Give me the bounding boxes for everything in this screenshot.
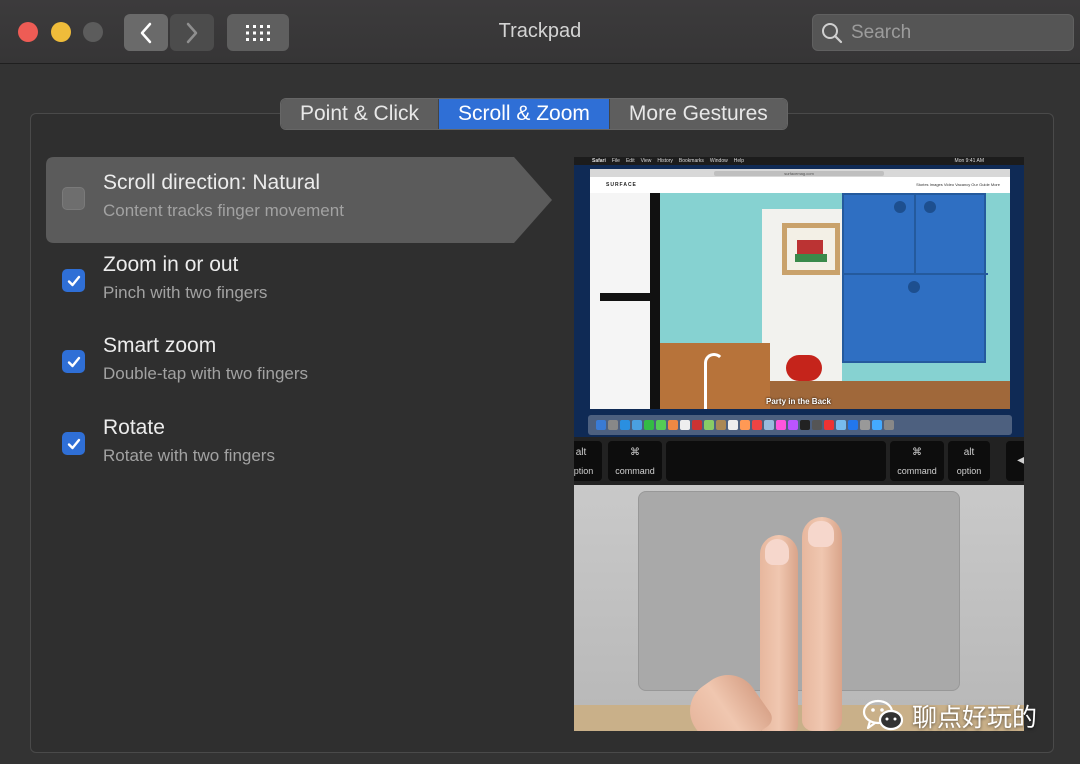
preview-keyboard: alt option ⌘ command ⌘ command alt optio… [574, 437, 1024, 485]
checkmark-icon [67, 438, 80, 449]
rotate-checkbox[interactable] [62, 432, 85, 455]
preview-trackpad [638, 491, 960, 691]
option-subtitle: Pinch with two fingers [103, 283, 268, 302]
option-title: Scroll direction: Natural [103, 171, 321, 194]
key-label: command [897, 466, 937, 476]
smart-zoom-checkbox[interactable] [62, 350, 85, 373]
browser-toolbar: surfacemag.com [590, 169, 1010, 177]
spacebar [666, 441, 886, 481]
option-title: Zoom in or out [103, 253, 239, 276]
title-bar: Trackpad [0, 0, 1080, 64]
key-label: alt [575, 447, 587, 458]
menubar-item: View [640, 158, 652, 164]
finger-right [802, 517, 842, 731]
option-subtitle: Content tracks finger movement [103, 201, 344, 220]
close-button[interactable] [18, 22, 38, 42]
zoom-button[interactable] [83, 22, 103, 42]
scroll-direction-checkbox[interactable] [62, 187, 85, 210]
browser-url: surfacemag.com [784, 171, 814, 176]
hero-caption: Party in the Back [766, 397, 831, 406]
watermark-text: 聊点好玩的 [912, 703, 1038, 732]
key-label: command [615, 466, 655, 476]
search-field[interactable] [812, 14, 1074, 51]
preview-browser: surfacemag.com SURFACE Stories Images Vi… [590, 169, 1010, 409]
checkmark-icon [67, 275, 80, 286]
site-hero-image: Party in the Back [590, 193, 1010, 409]
preview-dock [588, 415, 1012, 435]
option-title: Smart zoom [103, 334, 217, 357]
show-all-button[interactable] [227, 14, 289, 51]
minimize-button[interactable] [51, 22, 71, 42]
finger-left [760, 535, 798, 731]
chevron-left-icon [140, 22, 152, 43]
key-label: alt [963, 447, 975, 458]
wechat-icon [862, 699, 904, 731]
key-label: option [956, 466, 982, 476]
grid-icon [246, 24, 270, 41]
browser-url-bar: surfacemag.com [714, 171, 884, 176]
checkmark-icon [67, 356, 80, 367]
key-label: ⌘ [912, 447, 922, 458]
chevron-right-icon [186, 22, 198, 43]
search-icon [822, 22, 843, 43]
option-subtitle: Rotate with two fingers [103, 446, 275, 465]
menubar-item: Edit [625, 158, 635, 164]
site-links: Stories Images Video Vacancy Our Guide M… [916, 182, 1000, 187]
site-header: SURFACE Stories Images Video Vacancy Our… [590, 177, 1010, 193]
key-label: option [574, 466, 594, 476]
site-name: SURFACE [606, 182, 637, 188]
tab-point-and-click[interactable]: Point & Click [281, 99, 440, 129]
tab-more-gestures[interactable]: More Gestures [609, 99, 787, 129]
menubar-item: History [657, 158, 673, 164]
menubar-item: Bookmarks [678, 158, 704, 164]
key-label: ◀ [1017, 455, 1024, 466]
option-zoom-in-out[interactable]: Zoom in or out Pinch with two fingers [46, 239, 552, 325]
back-button[interactable] [124, 14, 168, 51]
key-label: ⌘ [630, 447, 640, 458]
search-input[interactable] [851, 21, 1051, 44]
preview-menubar: Safari File Edit View History Bookmarks … [574, 157, 1024, 165]
menubar-item: Help [733, 158, 745, 164]
selection-highlight [46, 157, 552, 243]
forward-button[interactable] [170, 14, 214, 51]
zoom-checkbox[interactable] [62, 269, 85, 292]
preferences-window: Trackpad Point & Click Scroll & Zoom Mor… [0, 0, 1080, 764]
gesture-preview-video: Safari File Edit View History Bookmarks … [574, 157, 1024, 731]
preview-screen: Safari File Edit View History Bookmarks … [574, 157, 1024, 437]
option-subtitle: Double-tap with two fingers [103, 364, 309, 383]
tab-scroll-and-zoom[interactable]: Scroll & Zoom [439, 99, 610, 129]
watermark: 聊点好玩的 [862, 696, 1037, 736]
menubar-time: Mon 9:41 AM [954, 158, 984, 164]
option-rotate[interactable]: Rotate Rotate with two fingers [46, 402, 552, 488]
option-smart-zoom[interactable]: Smart zoom Double-tap with two fingers [46, 320, 552, 406]
menubar-item: Safari [592, 158, 606, 164]
tab-bar: Point & Click Scroll & Zoom More Gesture… [280, 98, 788, 130]
menubar-item: Window [709, 158, 728, 164]
menubar-item: File [611, 158, 620, 164]
option-title: Rotate [103, 416, 165, 439]
option-scroll-direction[interactable]: Scroll direction: Natural Content tracks… [46, 157, 552, 243]
